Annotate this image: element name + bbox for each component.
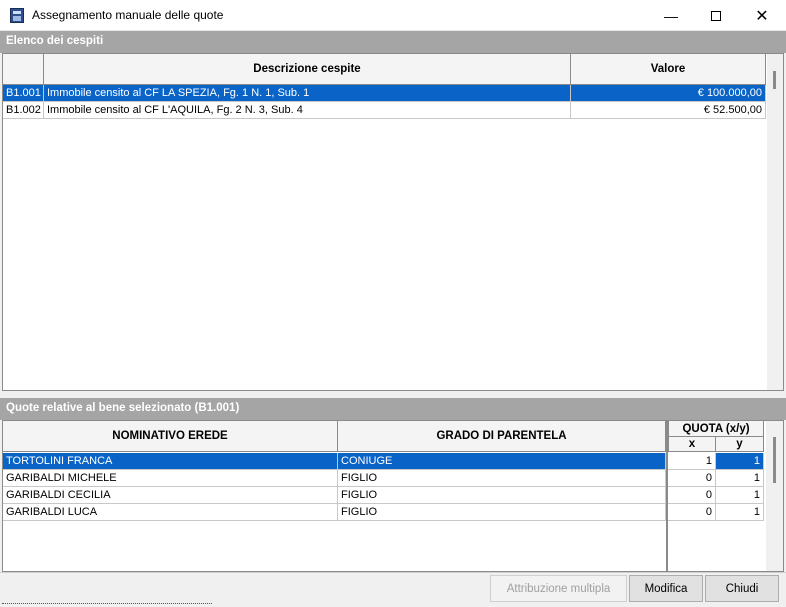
quotes-col-x[interactable]: x	[668, 437, 716, 452]
assets-col-description[interactable]: Descrizione cespite	[44, 54, 571, 85]
quote-row-2-heir[interactable]: GARIBALDI MICHELE	[3, 470, 338, 487]
asset-row-2-value[interactable]: € 52.500,00	[571, 102, 766, 119]
quotes-col-heir[interactable]: NOMINATIVO EREDE	[3, 421, 338, 452]
close-icon: ✕	[755, 7, 769, 25]
asset-row-1-value[interactable]: € 100.000,00	[571, 85, 766, 102]
assets-col-code[interactable]	[3, 54, 44, 85]
title-bar: Assegnamento manuale delle quote — ✕	[0, 0, 786, 31]
close-window-button[interactable]: ✕	[739, 0, 785, 31]
quote-row-2-relation[interactable]: FIGLIO	[338, 470, 666, 487]
assets-scroll-thumb[interactable]	[773, 71, 776, 89]
quote-row-4-heir[interactable]: GARIBALDI LUCA	[3, 504, 338, 521]
quote-row-2-x[interactable]: 0	[668, 470, 716, 487]
quote-row-4-relation[interactable]: FIGLIO	[338, 504, 666, 521]
asset-row-1-description[interactable]: Immobile censito al CF LA SPEZIA, Fg. 1 …	[44, 85, 571, 102]
window-title: Assegnamento manuale delle quote	[32, 8, 224, 22]
quotes-table[interactable]: NOMINATIVO EREDE GRADO DI PARENTELA QUOT…	[2, 420, 784, 572]
minimize-icon: —	[664, 7, 678, 24]
minimize-button[interactable]: —	[648, 0, 694, 31]
quote-row-3-y[interactable]: 1	[716, 487, 764, 504]
quotes-scrollbar[interactable]	[766, 421, 783, 571]
maximize-button[interactable]	[693, 0, 739, 31]
quote-row-1-y[interactable]: 1	[716, 453, 764, 470]
quotes-scroll-thumb[interactable]	[773, 437, 776, 483]
assets-section-header: Elenco dei cespiti	[0, 31, 786, 53]
close-button[interactable]: Chiudi	[705, 575, 779, 602]
assets-scrollbar[interactable]	[767, 54, 783, 390]
app-icon	[10, 8, 24, 23]
quote-row-1-x[interactable]: 1	[668, 453, 716, 470]
quote-row-3-x[interactable]: 0	[668, 487, 716, 504]
quote-row-3-heir[interactable]: GARIBALDI CECILIA	[3, 487, 338, 504]
status-divider	[2, 603, 212, 604]
assets-table[interactable]: Descrizione cespite Valore B1.001 Immobi…	[2, 53, 784, 391]
quotes-section-header: Quote relative al bene selezionato (B1.0…	[0, 398, 786, 420]
quotes-col-y[interactable]: y	[716, 437, 764, 452]
quote-row-1-heir[interactable]: TORTOLINI FRANCA	[3, 453, 338, 470]
quote-row-4-x[interactable]: 0	[668, 504, 716, 521]
quote-row-3-relation[interactable]: FIGLIO	[338, 487, 666, 504]
quote-row-1-relation[interactable]: CONIUGE	[338, 453, 666, 470]
quote-row-4-y[interactable]: 1	[716, 504, 764, 521]
quotes-col-relation[interactable]: GRADO DI PARENTELA	[338, 421, 666, 452]
edit-button[interactable]: Modifica	[629, 575, 703, 602]
quotes-col-quota[interactable]: QUOTA (x/y)	[668, 421, 764, 437]
asset-row-2-description[interactable]: Immobile censito al CF L'AQUILA, Fg. 2 N…	[44, 102, 571, 119]
multiple-assignment-button[interactable]: Attribuzione multipla	[490, 575, 627, 602]
quote-row-2-y[interactable]: 1	[716, 470, 764, 487]
maximize-icon	[711, 10, 721, 21]
asset-row-2-code[interactable]: B1.002	[3, 102, 44, 119]
assets-col-value[interactable]: Valore	[571, 54, 766, 85]
asset-row-1-code[interactable]: B1.001	[3, 85, 44, 102]
